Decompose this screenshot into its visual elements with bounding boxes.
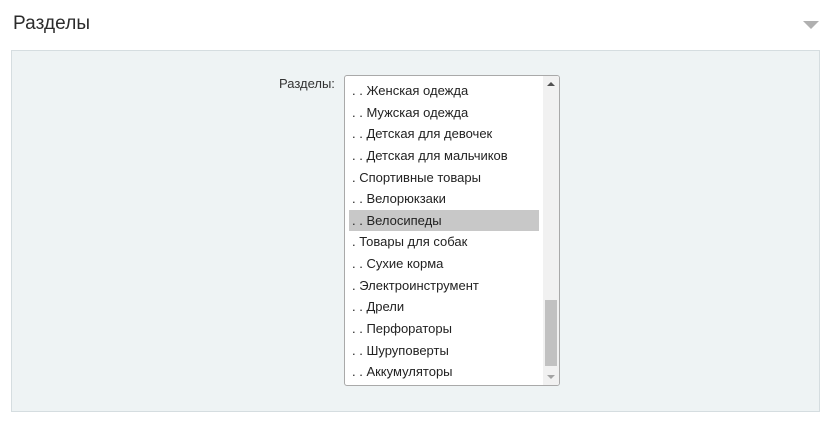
- sections-label: Разделы:: [279, 76, 335, 91]
- section-option[interactable]: . Электроинструмент: [349, 275, 539, 297]
- triangle-down-icon: [803, 21, 819, 29]
- sections-panel: Разделы: . . Женская одежда. . Мужская о…: [11, 50, 820, 412]
- collapse-toggle-button[interactable]: [801, 18, 821, 32]
- section-option[interactable]: . . Перфораторы: [349, 318, 539, 340]
- section-title: Разделы: [13, 13, 91, 34]
- section-option[interactable]: . . Велосипеды: [349, 209, 539, 232]
- section-option[interactable]: . Спортивные товары: [349, 167, 539, 189]
- scroll-up-button[interactable]: [543, 76, 559, 92]
- section-header: Разделы: [0, 0, 838, 50]
- section-option[interactable]: . . Сухие корма: [349, 253, 539, 275]
- scroll-down-button[interactable]: [543, 369, 559, 385]
- page: Разделы Разделы: . . Женская одежда. . М…: [0, 0, 838, 424]
- section-option[interactable]: . . Детская для девочек: [349, 123, 539, 145]
- sections-multiselect[interactable]: . . Женская одежда. . Мужская одежда. . …: [344, 75, 560, 386]
- section-option[interactable]: . Товары для собак: [349, 231, 539, 253]
- section-option[interactable]: . . Аккумуляторы: [349, 361, 539, 383]
- section-option[interactable]: . . Мужская одежда: [349, 102, 539, 124]
- arrow-down-icon: [547, 375, 555, 379]
- scroll-thumb[interactable]: [545, 300, 557, 366]
- section-option[interactable]: . . Женская одежда: [349, 80, 539, 102]
- sections-options: . . Женская одежда. . Мужская одежда. . …: [349, 80, 539, 383]
- section-option[interactable]: . . Шуруповерты: [349, 340, 539, 362]
- section-option[interactable]: . . Дрели: [349, 296, 539, 318]
- scrollbar[interactable]: [543, 76, 559, 385]
- arrow-up-icon: [547, 82, 555, 86]
- section-option[interactable]: . . Детская для мальчиков: [349, 145, 539, 167]
- section-option[interactable]: . . Велорюкзаки: [349, 188, 539, 210]
